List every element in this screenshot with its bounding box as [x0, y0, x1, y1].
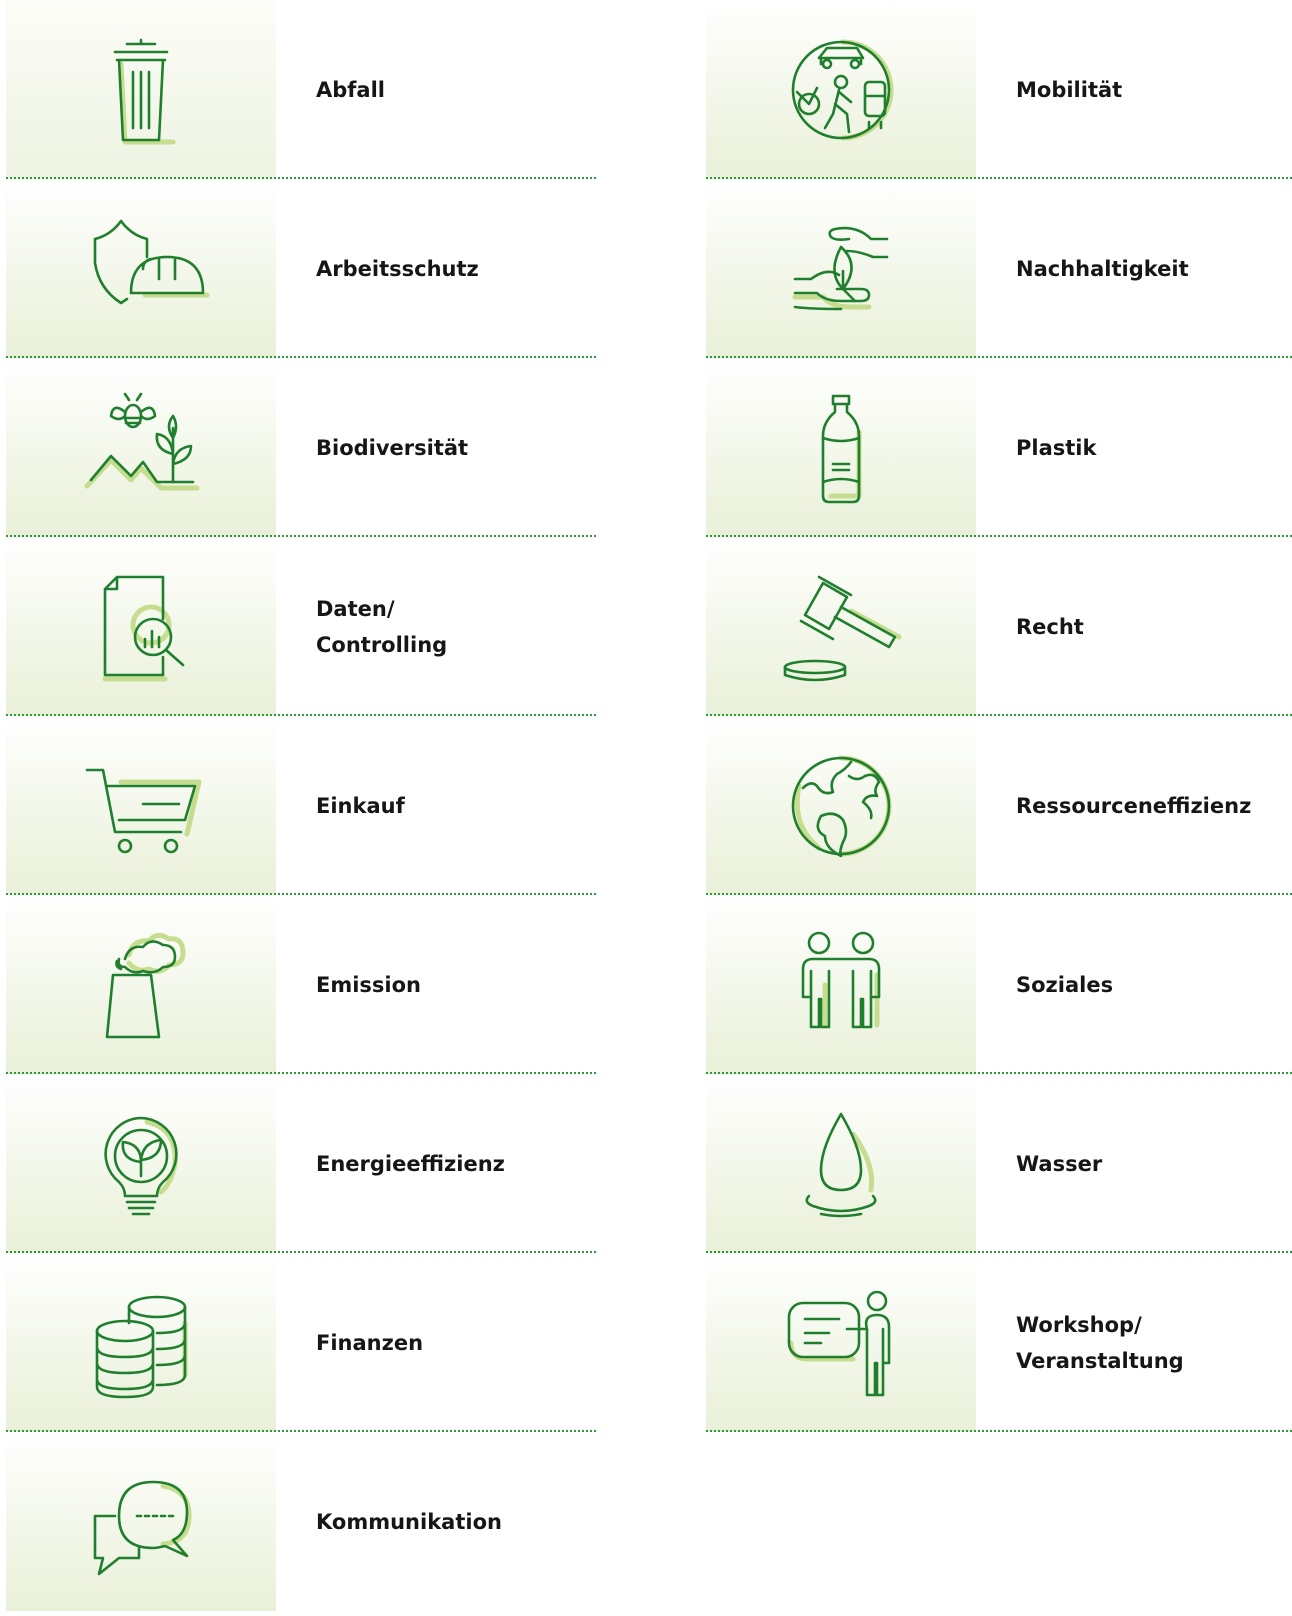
topic-label: Plastik	[1016, 435, 1097, 460]
topic-item-emission[interactable]: Emission	[6, 895, 596, 1074]
topic-item-workshop-veranstaltung[interactable]: Workshop/ Veranstaltung	[706, 1253, 1292, 1432]
coin-stacks-icon	[95, 1295, 188, 1398]
topic-label: Daten/ Controlling	[316, 596, 448, 657]
speech-bubbles-icon	[93, 1480, 192, 1575]
gavel-icon	[783, 575, 902, 681]
lightbulb-leaf-icon	[104, 1116, 178, 1215]
topic-item-daten-controlling[interactable]: Daten/ Controlling	[6, 537, 596, 716]
topic-label: Mobilität	[1016, 77, 1123, 102]
document-magnifier-chart-icon	[102, 575, 185, 681]
topic-label: Workshop/ Veranstaltung	[1016, 1312, 1184, 1373]
topic-item-soziales[interactable]: Soziales	[706, 895, 1292, 1074]
topic-label: Kommunikation	[316, 1509, 502, 1534]
topic-item-kommunikation[interactable]: Kommunikation	[6, 1432, 596, 1611]
mobility-globe-icon	[791, 39, 894, 140]
two-people-icon	[801, 931, 881, 1028]
topic-label: Wasser	[1016, 1151, 1103, 1176]
topic-item-energieeffizienz[interactable]: Energieeffizienz	[6, 1074, 596, 1253]
plastic-bottle-icon	[821, 394, 862, 503]
topic-item-plastik[interactable]: Plastik	[706, 358, 1292, 537]
topic-item-ressourceneffizienz[interactable]: Ressourceneffizienz	[706, 716, 1292, 895]
hands-leaf-icon	[792, 226, 889, 310]
topic-label: Abfall	[316, 77, 385, 102]
left-topic-column: Abfall Arbeitsschutz Biodiversität Daten…	[6, 0, 596, 1611]
topic-label: Biodiversität	[316, 435, 469, 460]
topic-item-nachhaltigkeit[interactable]: Nachhaltigkeit	[706, 179, 1292, 358]
shield-helmet-icon	[93, 219, 210, 304]
topic-item-wasser[interactable]: Wasser	[706, 1074, 1292, 1253]
presentation-board-icon	[787, 1290, 891, 1396]
trash-bin-icon	[113, 38, 176, 144]
chimney-smoke-icon	[105, 932, 186, 1038]
right-topic-column: Mobilität Nachhaltigkeit Plastik Recht R…	[706, 0, 1292, 1432]
water-drop-icon	[805, 1112, 877, 1217]
topic-label: Emission	[316, 972, 421, 997]
topic-label: Finanzen	[316, 1330, 424, 1355]
topic-item-mobilitaet[interactable]: Mobilität	[706, 0, 1292, 179]
topic-label: Arbeitsschutz	[316, 256, 479, 281]
topic-label: Einkauf	[316, 793, 405, 818]
topic-item-arbeitsschutz[interactable]: Arbeitsschutz	[6, 179, 596, 358]
topic-item-finanzen[interactable]: Finanzen	[6, 1253, 596, 1432]
topic-item-recht[interactable]: Recht	[706, 537, 1292, 716]
topic-label: Soziales	[1016, 972, 1114, 997]
topic-label: Ressourceneffizienz	[1016, 793, 1252, 818]
earth-globe-icon	[791, 755, 892, 857]
topic-label: Nachhaltigkeit	[1016, 256, 1189, 281]
shopping-cart-icon	[85, 768, 202, 853]
topic-item-biodiversitaet[interactable]: Biodiversität	[6, 358, 596, 537]
topic-label: Energieeffizienz	[316, 1151, 505, 1176]
bee-plant-mountain-icon	[84, 392, 200, 490]
topic-label: Recht	[1016, 614, 1084, 639]
topic-item-abfall[interactable]: Abfall	[6, 0, 596, 179]
topic-item-einkauf[interactable]: Einkauf	[6, 716, 596, 895]
